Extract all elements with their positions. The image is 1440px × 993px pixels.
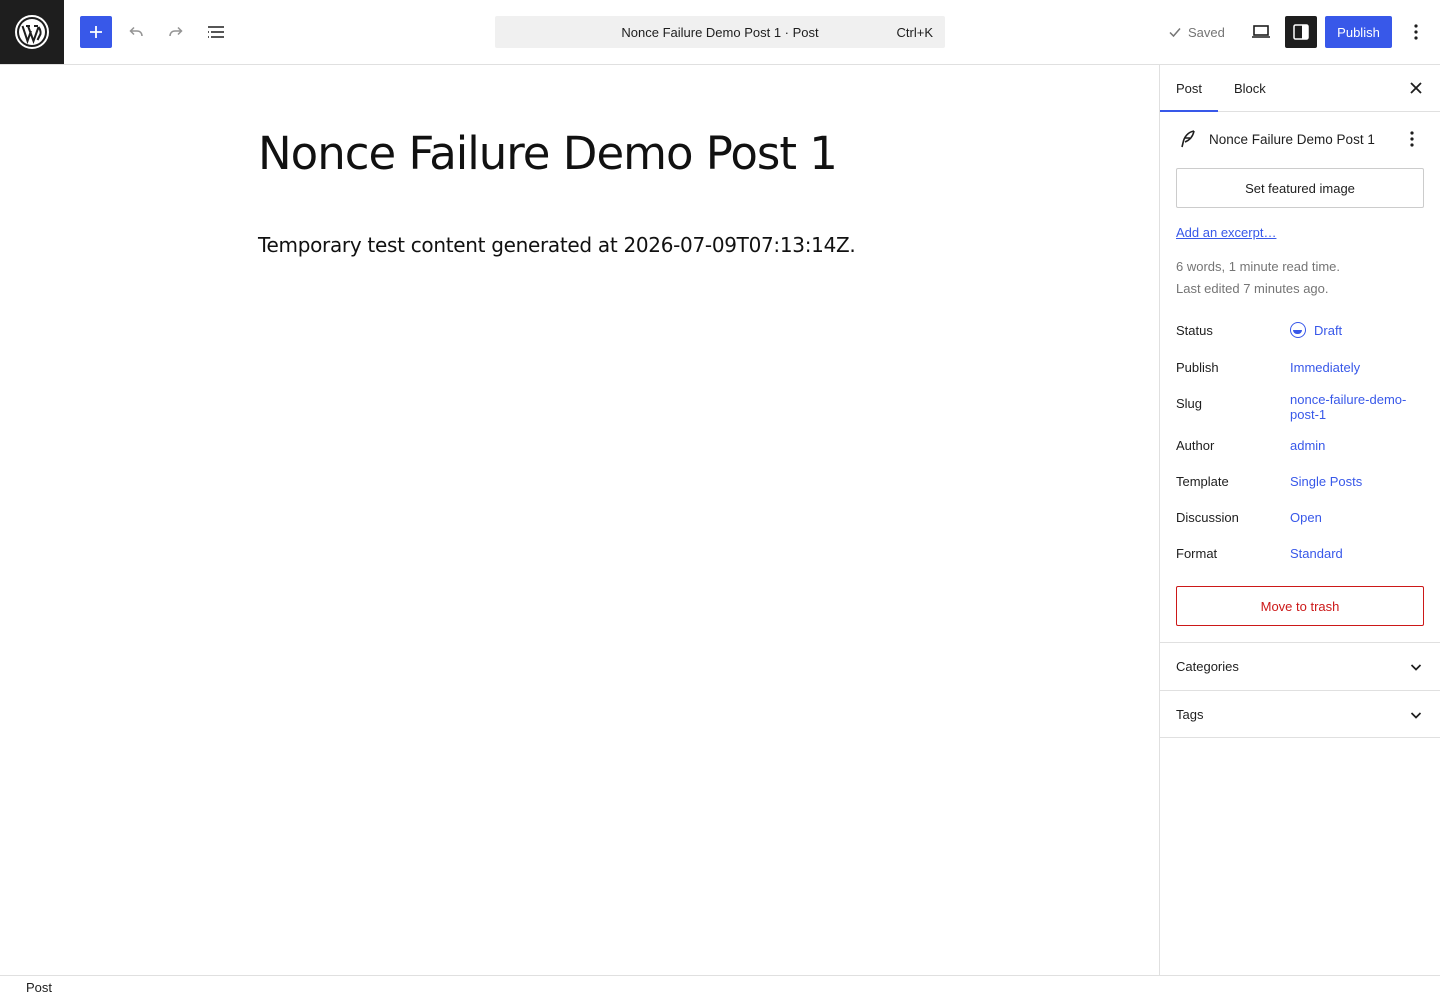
tab-post[interactable]: Post xyxy=(1160,65,1218,112)
template-value[interactable]: Single Posts xyxy=(1290,474,1426,489)
author-value[interactable]: admin xyxy=(1290,438,1426,453)
check-icon xyxy=(1169,28,1181,38)
format-value[interactable]: Standard xyxy=(1290,546,1426,561)
status-value-text: Draft xyxy=(1314,322,1343,338)
post-title[interactable]: Nonce Failure Demo Post 1 xyxy=(258,127,838,180)
chevron-down-icon xyxy=(1410,664,1422,671)
close-icon[interactable] xyxy=(1400,72,1432,104)
status-value[interactable]: Draft xyxy=(1290,322,1426,338)
set-featured-image-button[interactable]: Set featured image xyxy=(1176,168,1424,208)
document-title: Nonce Failure Demo Post 1 · Post xyxy=(621,24,819,40)
tab-block[interactable]: Block xyxy=(1218,65,1282,112)
block-inserter-button[interactable] xyxy=(80,16,112,48)
command-palette-bar[interactable]: Nonce Failure Demo Post 1 · Post Ctrl+K xyxy=(495,16,945,48)
publish-button[interactable]: Publish xyxy=(1325,16,1392,48)
editor-footer: Post xyxy=(0,975,1440,993)
settings-sidebar-toggle-icon[interactable] xyxy=(1285,16,1317,48)
categories-panel-toggle[interactable]: Categories xyxy=(1160,642,1440,690)
author-label: Author xyxy=(1176,438,1215,453)
saved-indicator: Saved xyxy=(1166,16,1225,48)
paragraph-block[interactable]: Temporary test content generated at 2026… xyxy=(258,233,856,257)
editor-canvas: Nonce Failure Demo Post 1 Temporary test… xyxy=(0,65,1159,975)
template-label: Template xyxy=(1176,474,1229,489)
editor-header: Nonce Failure Demo Post 1 · Post Ctrl+K … xyxy=(0,0,1440,65)
format-label: Format xyxy=(1176,546,1218,561)
wordpress-logo-icon[interactable] xyxy=(0,0,64,64)
slug-label: Slug xyxy=(1176,396,1203,411)
post-summary-header: Nonce Failure Demo Post 1 xyxy=(1176,127,1426,151)
chevron-down-icon xyxy=(1410,712,1422,719)
tags-label: Tags xyxy=(1176,706,1204,722)
move-to-trash-button[interactable]: Move to trash xyxy=(1176,586,1424,626)
post-actions-icon[interactable] xyxy=(1396,123,1428,155)
tags-panel-toggle[interactable]: Tags xyxy=(1160,690,1440,738)
slug-value[interactable]: nonce-failure-demo-post-1 xyxy=(1290,392,1426,422)
more-options-icon[interactable] xyxy=(1400,16,1432,48)
draft-status-icon xyxy=(1290,322,1306,338)
saved-label: Saved xyxy=(1188,24,1225,40)
word-count-text: 6 words, 1 minute read time. xyxy=(1176,259,1341,274)
settings-sidebar: Post Block Nonce Failure Demo Post 1 Set… xyxy=(1159,65,1440,975)
publish-label: Publish xyxy=(1176,360,1219,375)
command-shortcut: Ctrl+K xyxy=(896,25,933,40)
summary-post-title: Nonce Failure Demo Post 1 xyxy=(1209,131,1375,147)
last-edited-text: Last edited 7 minutes ago. xyxy=(1176,281,1329,296)
discussion-value[interactable]: Open xyxy=(1290,510,1426,525)
categories-label: Categories xyxy=(1176,659,1239,674)
discussion-label: Discussion xyxy=(1176,510,1239,525)
add-excerpt-link[interactable]: Add an excerpt… xyxy=(1176,225,1276,240)
breadcrumb[interactable]: Post xyxy=(26,980,52,993)
sidebar-tabs: Post Block xyxy=(1160,65,1440,112)
status-label: Status xyxy=(1176,323,1213,338)
preview-device-icon[interactable] xyxy=(1245,16,1277,48)
publish-date-value[interactable]: Immediately xyxy=(1290,360,1426,375)
undo-icon[interactable] xyxy=(120,16,152,48)
post-feather-icon xyxy=(1176,127,1200,151)
document-overview-icon[interactable] xyxy=(200,16,232,48)
redo-icon[interactable] xyxy=(160,16,192,48)
